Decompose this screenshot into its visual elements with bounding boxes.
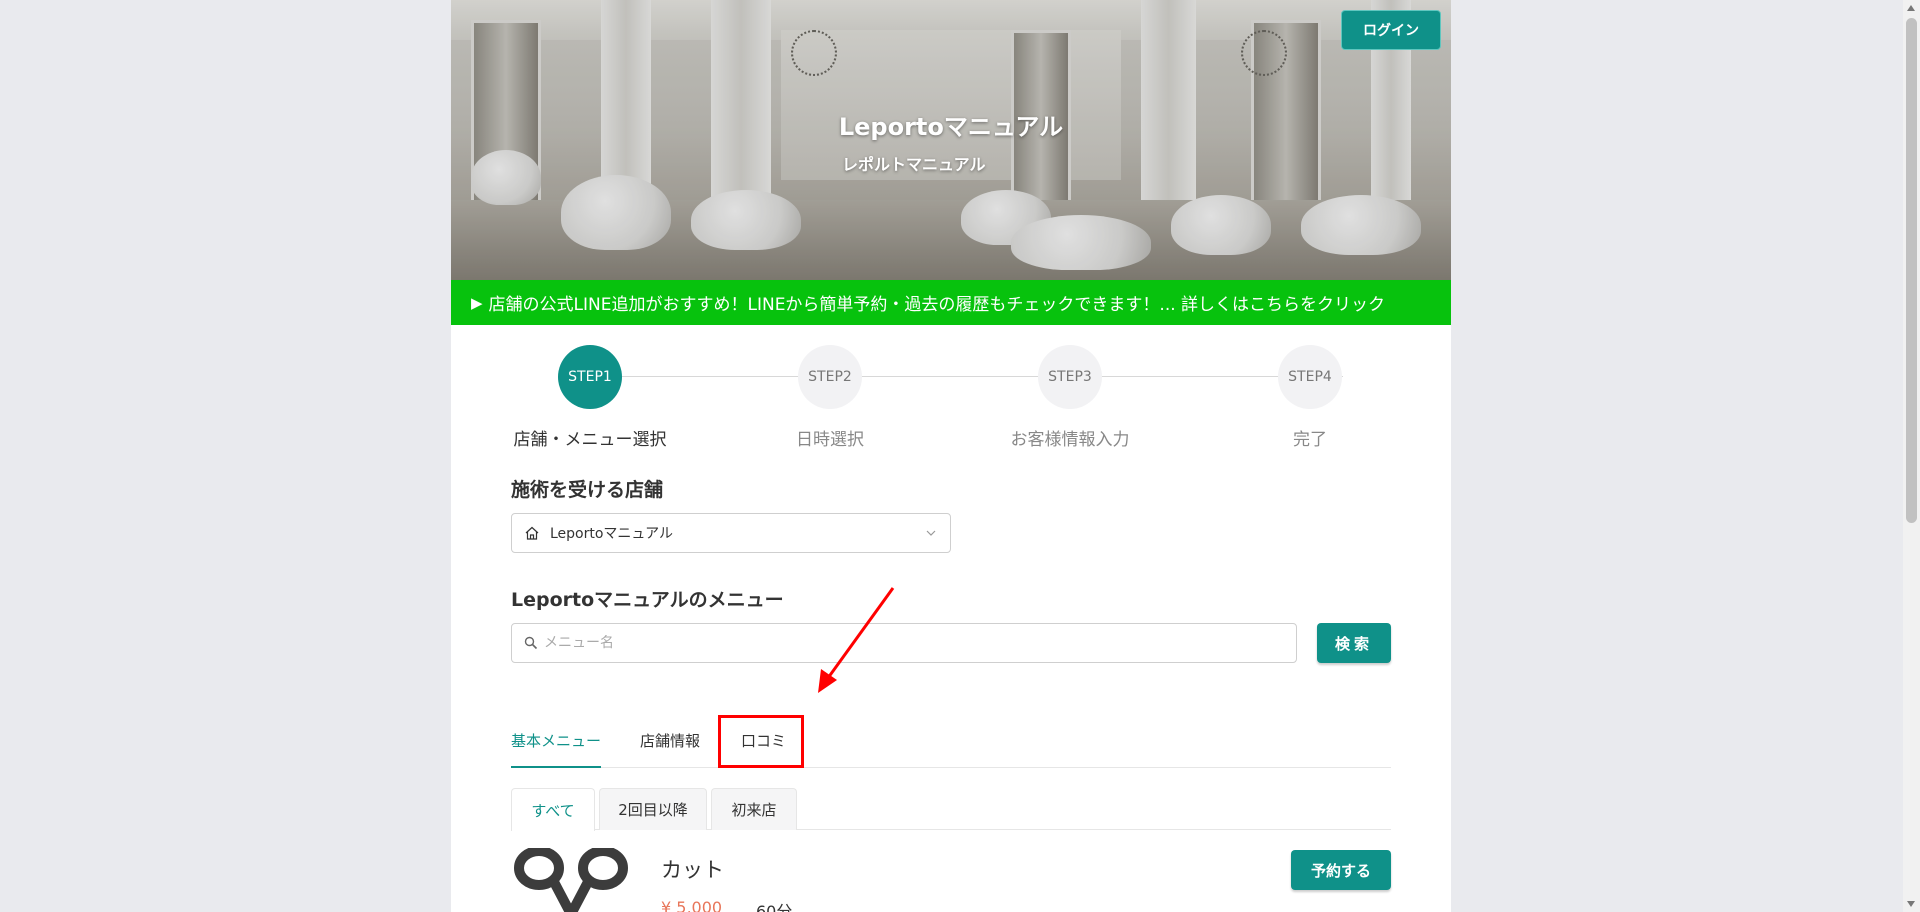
login-button[interactable]: ログイン	[1341, 10, 1441, 50]
line-banner-text: 店舗の公式LINE追加がおすすめ！LINEから簡単予約・過去の履歴もチェックでき…	[488, 295, 1386, 315]
tab-store-info[interactable]: 店舗情報	[640, 722, 700, 768]
home-icon	[525, 526, 539, 540]
step-badge: STEP4	[1278, 345, 1342, 409]
step-badge: STEP3	[1038, 345, 1102, 409]
progress-stepper: STEP1 店舗・メニュー選択 STEP2 日時選択 STEP3 お客様情報入力…	[511, 345, 1391, 450]
filter-tab-first-visit[interactable]: 初来店	[711, 788, 797, 830]
filter-tab-repeat[interactable]: 2回目以降	[599, 788, 707, 830]
step-3: STEP3 お客様情報入力	[970, 345, 1170, 450]
store-select-value: Leportoマニュアル	[550, 526, 674, 542]
step-label: お客様情報入力	[1010, 430, 1130, 450]
step-label: 店舗・メニュー選択	[513, 430, 667, 450]
menu-tabs: 基本メニュー 店舗情報 口コミ	[511, 722, 1391, 768]
store-select[interactable]: Leportoマニュアル	[511, 513, 951, 553]
booking-page: Leportoマニュアル レポルトマニュアル ログイン ▶ 店舗の公式LINE追…	[451, 0, 1451, 912]
step-label: 日時選択	[796, 430, 864, 450]
menu-search-input[interactable]	[544, 635, 1244, 651]
search-icon	[524, 636, 538, 650]
step-4: STEP4 完了	[1210, 345, 1410, 450]
scrollbar-thumb[interactable]	[1906, 18, 1917, 523]
annotation-highlight-box	[718, 715, 804, 768]
store-section-title: 施術を受ける店舗	[511, 479, 664, 501]
menu-section-title: Leportoマニュアルのメニュー	[511, 589, 784, 611]
page-scrollbar[interactable]	[1903, 0, 1920, 912]
scroll-up-arrow[interactable]	[1907, 5, 1915, 11]
reserve-button[interactable]: 予約する	[1291, 850, 1391, 890]
step-badge: STEP2	[798, 345, 862, 409]
tab-basic-menu[interactable]: 基本メニュー	[511, 722, 602, 768]
menu-search-box	[511, 623, 1297, 663]
filter-tab-all[interactable]: すべて	[511, 788, 595, 831]
shop-title: Leportoマニュアル	[838, 113, 1064, 141]
search-button[interactable]: 検索	[1317, 623, 1391, 663]
step-2: STEP2 日時選択	[730, 345, 930, 450]
step-badge: STEP1	[558, 345, 622, 409]
step-1: STEP1 店舗・メニュー選択	[490, 345, 690, 450]
menu-item-duration: 60分	[756, 902, 793, 912]
menu-filter-tabs: すべて 2回目以降 初来店	[511, 788, 1391, 831]
line-banner-link[interactable]: ▶ 店舗の公式LINE追加がおすすめ！LINEから簡単予約・過去の履歴もチェック…	[451, 280, 1451, 325]
shop-subtitle: レポルトマニュアル	[842, 155, 986, 174]
menu-item-price: ¥ 5,000	[661, 898, 723, 912]
hero-banner: Leportoマニュアル レポルトマニュアル ログイン	[451, 0, 1451, 280]
step-label: 完了	[1293, 430, 1327, 450]
scroll-down-arrow[interactable]	[1907, 901, 1915, 907]
menu-item-name: カット	[661, 858, 724, 882]
scissors-icon	[514, 848, 628, 912]
play-icon: ▶	[471, 293, 483, 312]
chevron-down-icon	[926, 530, 936, 536]
menu-item: カット ¥ 5,000 60分 予約する	[511, 848, 1391, 912]
